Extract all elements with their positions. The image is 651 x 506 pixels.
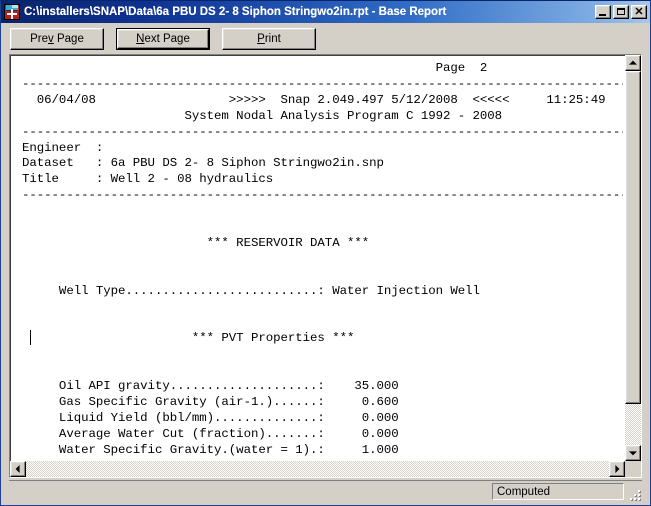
vertical-scroll-thumb[interactable] — [625, 71, 641, 404]
close-icon: ✕ — [634, 6, 644, 18]
scroll-down-arrow-icon[interactable] — [625, 445, 641, 461]
minimize-button[interactable] — [595, 5, 611, 19]
maximize-button[interactable] — [613, 5, 629, 19]
report-window: C:\installers\SNAP\Data\6a PBU DS 2- 8 S… — [0, 0, 651, 506]
scroll-left-arrow-icon[interactable] — [10, 461, 26, 477]
print-label: Print — [257, 33, 281, 45]
prev-page-label-pre: Pre — [30, 32, 49, 45]
vertical-scroll-track[interactable] — [625, 71, 641, 445]
toolbar: Prev Page Next Page Print — [1, 23, 650, 54]
next-page-button[interactable]: Next Page — [116, 27, 210, 50]
print-label-mnemonic: P — [257, 32, 265, 45]
prev-page-button[interactable]: Prev Page — [10, 27, 104, 50]
horizontal-scroll-track[interactable] — [26, 461, 609, 477]
status-bar: Computed — [9, 480, 642, 502]
window-controls: ✕ — [595, 5, 649, 19]
report-client-area: Page 2 ---------------------------------… — [9, 54, 642, 478]
next-page-label-post: ext Page — [144, 32, 190, 45]
resize-grip-icon[interactable] — [627, 487, 640, 500]
text-caret — [30, 330, 31, 345]
next-page-label: Next Page — [136, 33, 190, 45]
scroll-right-arrow-icon[interactable] — [609, 461, 625, 477]
prev-page-label-post: Page — [53, 32, 84, 45]
window-bottom-padding — [1, 502, 650, 505]
report-text-viewport[interactable]: Page 2 ---------------------------------… — [12, 57, 623, 459]
scrollbar-corner — [625, 461, 641, 477]
status-text: Computed — [492, 483, 624, 500]
report-text: Page 2 ---------------------------------… — [22, 61, 623, 459]
close-button[interactable]: ✕ — [631, 5, 647, 19]
print-button[interactable]: Print — [222, 27, 316, 50]
title-bar[interactable]: C:\installers\SNAP\Data\6a PBU DS 2- 8 S… — [1, 1, 650, 23]
scroll-up-arrow-icon[interactable] — [625, 55, 641, 71]
snap-app-icon — [4, 4, 20, 20]
prev-page-label: Prev Page — [30, 33, 84, 45]
window-title: C:\installers\SNAP\Data\6a PBU DS 2- 8 S… — [24, 6, 447, 18]
vertical-scrollbar[interactable] — [625, 55, 641, 461]
horizontal-scrollbar[interactable] — [10, 461, 625, 477]
print-label-post: rint — [264, 32, 281, 45]
